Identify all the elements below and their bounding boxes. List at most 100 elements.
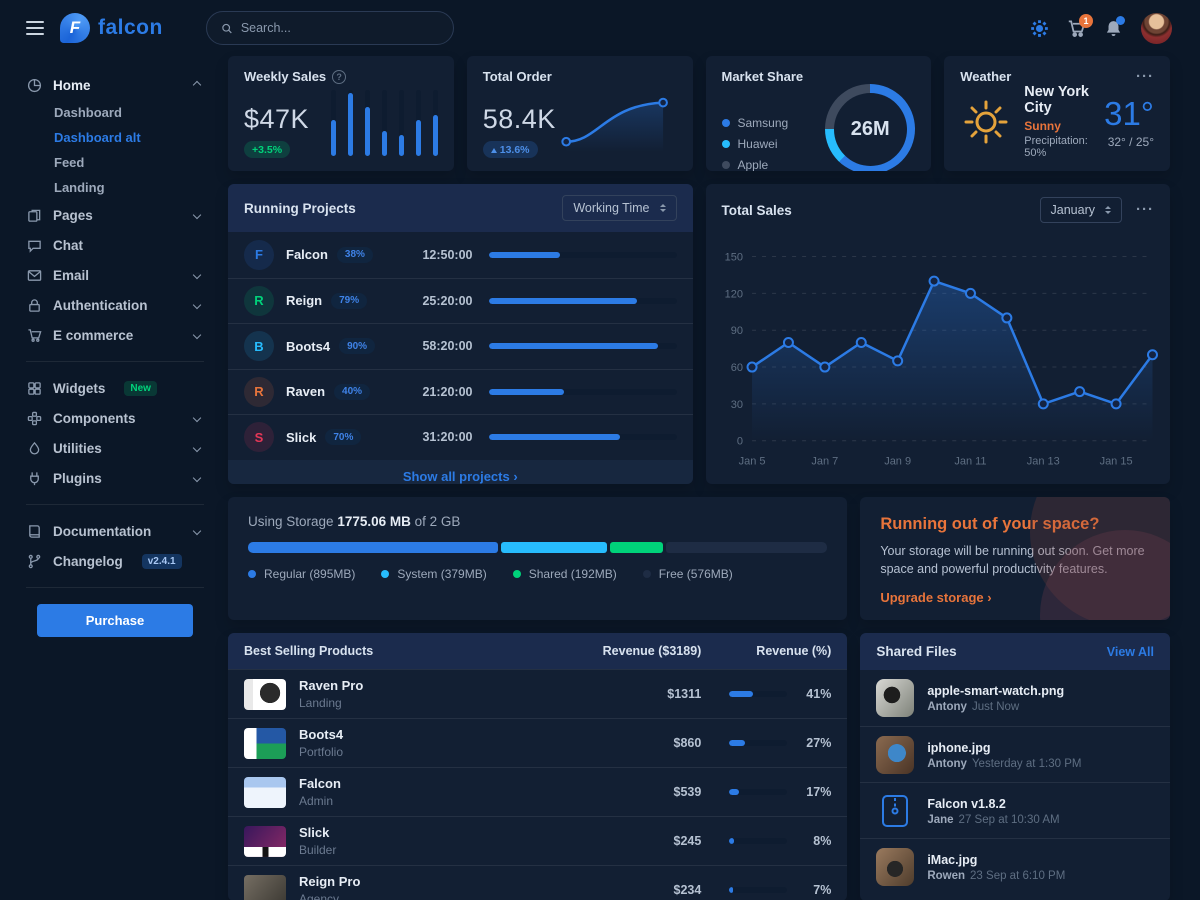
total-order-spark-chart — [556, 88, 677, 158]
falcon-logo-icon: F — [60, 13, 90, 43]
sidebar-item-authentication[interactable]: Authentication — [26, 290, 204, 320]
weekly-sales-value: $47K — [244, 104, 309, 135]
sidebar-item-label: Utilities — [53, 441, 102, 456]
product-name-link[interactable]: Slick — [299, 825, 329, 840]
upgrade-storage-link[interactable]: Upgrade storage › — [880, 590, 991, 605]
sidebar-item-pages[interactable]: Pages — [26, 200, 204, 230]
chevron-down-icon — [193, 331, 201, 339]
sidebar-item-dashboard-alt[interactable]: Dashboard alt — [54, 125, 204, 150]
svg-text:60: 60 — [730, 362, 742, 374]
legend-dot — [643, 570, 651, 578]
app-root: F falcon 1 HomeDashboardDashboard a — [0, 0, 1200, 900]
file-name-link[interactable]: Falcon v1.8.2 — [927, 797, 1006, 811]
chevron-down-icon — [193, 271, 201, 279]
sidebar-item-changelog[interactable]: Changelogv2.4.1 — [26, 546, 204, 576]
svg-text:Jan 7: Jan 7 — [811, 456, 838, 468]
product-percent: 41% — [799, 687, 831, 701]
main-content: Weekly Sales ? $47K +3.5% Total Order — [228, 56, 1200, 900]
revenue-pct-column-header: Revenue (%) — [701, 644, 831, 658]
sidebar-item-label: Widgets — [53, 381, 105, 396]
project-name: Boots4 — [286, 339, 330, 354]
file-thumbnail — [876, 848, 914, 886]
sidebar-item-dashboard[interactable]: Dashboard — [54, 100, 204, 125]
product-percent: 27% — [799, 736, 831, 750]
info-icon[interactable]: ? — [332, 70, 346, 84]
sidebar-item-feed[interactable]: Feed — [54, 150, 204, 175]
weather-menu-dots-icon[interactable]: ··· — [1136, 73, 1154, 81]
project-percent-badge: 40% — [334, 384, 370, 400]
menu-toggle-button[interactable] — [26, 21, 44, 35]
sidebar-item-label: Documentation — [53, 524, 151, 539]
product-name-link[interactable]: Reign Pro — [299, 874, 360, 889]
sun-icon — [960, 96, 1012, 148]
product-row-slick: SlickBuilder$2458% — [228, 816, 847, 865]
market-share-legend: SamsungHuaweiApple — [722, 116, 789, 171]
product-row-falcon: FalconAdmin$53917% — [228, 767, 847, 816]
chevron-down-icon — [193, 211, 201, 219]
sidebar: HomeDashboardDashboard altFeedLandingPag… — [0, 56, 228, 900]
sidebar-item-widgets[interactable]: WidgetsNew — [26, 373, 204, 403]
svg-text:Jan 9: Jan 9 — [884, 456, 911, 468]
working-time-select[interactable]: Working Time — [562, 195, 676, 221]
product-name-link[interactable]: Falcon — [299, 776, 341, 791]
user-avatar[interactable] — [1141, 13, 1172, 44]
chevron-down-icon — [193, 444, 201, 452]
weekly-sales-badge: +3.5% — [244, 141, 290, 158]
product-name-link[interactable]: Raven Pro — [299, 678, 363, 693]
falcon-logo[interactable]: F falcon — [60, 13, 163, 43]
sidebar-item-label: Changelog — [53, 554, 123, 569]
settings-gear-icon[interactable] — [1030, 19, 1049, 38]
sidebar-item-plugins[interactable]: Plugins — [26, 463, 204, 493]
product-row-raven-pro: Raven ProLanding$131141% — [228, 669, 847, 718]
show-all-projects-link[interactable]: Show all projects › — [403, 469, 518, 484]
search-box[interactable] — [206, 11, 454, 45]
project-progress-bar — [489, 389, 677, 395]
weekly-sales-bar — [433, 90, 438, 156]
sidebar-item-e-commerce[interactable]: E commerce — [26, 320, 204, 350]
falcon-logo-text: falcon — [98, 16, 163, 40]
file-owner: Jane — [927, 814, 953, 826]
file-name-link[interactable]: iphone.jpg — [927, 741, 990, 755]
purchase-button[interactable]: Purchase — [37, 604, 193, 637]
product-row-reign-pro: Reign ProAgency$2347% — [228, 865, 847, 900]
file-thumbnail — [876, 679, 914, 717]
file-time: 23 Sep at 6:10 PM — [970, 870, 1065, 882]
legend-dot — [722, 119, 730, 127]
view-all-files-link[interactable]: View All — [1107, 645, 1154, 659]
product-thumbnail — [244, 777, 286, 808]
product-percent: 7% — [799, 883, 831, 897]
sidebar-item-label: Email — [53, 268, 89, 283]
month-select[interactable]: January — [1040, 197, 1122, 223]
sidebar-item-landing[interactable]: Landing — [54, 175, 204, 200]
product-row-boots4: Boots4Portfolio$86027% — [228, 718, 847, 767]
project-progress-bar — [489, 434, 677, 440]
file-row-iphone-jpg: iphone.jpgAntonyYesterday at 1:30 PM — [860, 726, 1170, 782]
search-input[interactable] — [241, 21, 439, 35]
sidebar-item-email[interactable]: Email — [26, 260, 204, 290]
notifications-bell-icon[interactable] — [1104, 19, 1123, 38]
lock-icon — [26, 297, 42, 313]
file-row-falcon-v1-8-2: Falcon v1.8.2Jane27 Sep at 10:30 AM — [860, 782, 1170, 838]
weather-condition: Sunny — [1024, 119, 1092, 133]
zip-file-icon — [876, 792, 914, 830]
legend-item-huawei: Huawei — [722, 137, 789, 151]
total-sales-card: Total Sales January ··· 0306090120150Jan… — [706, 184, 1171, 484]
project-avatar: R — [244, 377, 274, 407]
cart-icon[interactable]: 1 — [1067, 19, 1086, 38]
product-progress-bar — [729, 838, 787, 844]
weather-temp: 31° — [1104, 95, 1154, 133]
sidebar-item-chat[interactable]: Chat — [26, 230, 204, 260]
weekly-sales-bar — [399, 90, 404, 156]
product-category: Portfolio — [299, 745, 343, 759]
weather-card: Weather ··· New York City Sunny Precipit… — [944, 56, 1170, 171]
sidebar-item-documentation[interactable]: Documentation — [26, 516, 204, 546]
file-name-link[interactable]: iMac.jpg — [927, 853, 977, 867]
sidebar-item-utilities[interactable]: Utilities — [26, 433, 204, 463]
total-sales-menu-dots-icon[interactable]: ··· — [1136, 206, 1154, 214]
total-sales-title: Total Sales — [722, 203, 792, 218]
file-name-link[interactable]: apple-smart-watch.png — [927, 684, 1064, 698]
sidebar-item-components[interactable]: Components — [26, 403, 204, 433]
sidebar-item-label: Chat — [53, 238, 83, 253]
product-name-link[interactable]: Boots4 — [299, 727, 343, 742]
sidebar-item-home[interactable]: Home — [26, 70, 204, 100]
